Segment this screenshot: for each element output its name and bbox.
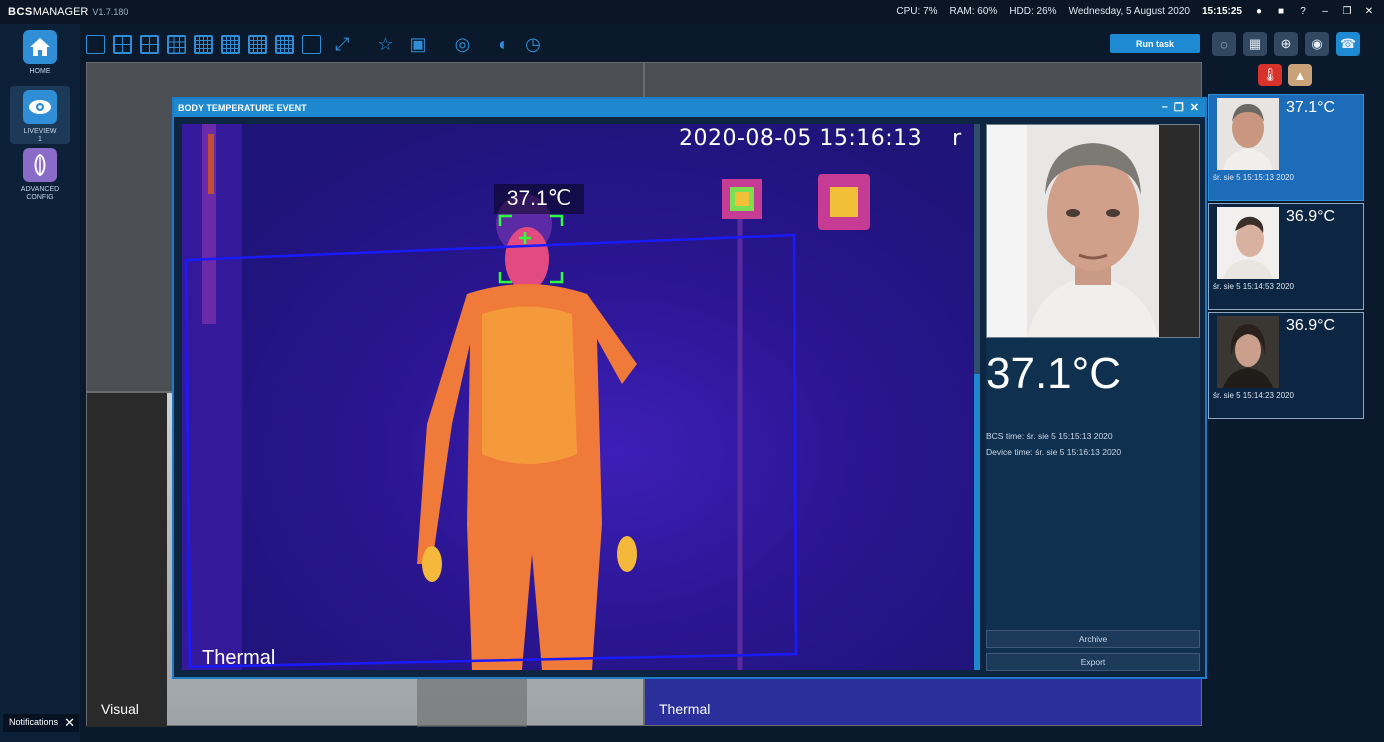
event-thumbnail [1217,316,1279,388]
notifications-bar[interactable]: Notifications ✕ [3,714,79,732]
event-item[interactable]: 37.1°C śr. sie 5 15:15:13 2020 [1208,94,1364,201]
event-temperature: 37.1°C [1286,99,1336,116]
thermometer-icon[interactable]: 🌡 [1258,64,1282,86]
nav-liveview[interactable]: LIVEVIEW 1 [10,86,70,144]
record-icon[interactable]: ◉ [1305,32,1329,56]
event-time: śr. sie 5 15:15:13 2020 [1213,173,1294,182]
detected-temperature: 37.1°C [986,349,1122,398]
edit-layout-icon[interactable] [302,34,321,54]
head-temperature-label: 37.1℃ [494,184,584,214]
event-item[interactable]: 36.9°C śr. sie 5 15:14:23 2020 [1208,312,1364,419]
brand-bold: BCS [8,6,33,18]
face-snapshot [986,124,1200,338]
export-button[interactable]: Export [986,653,1200,671]
dialog-close-icon[interactable]: ✕ [1190,101,1199,114]
layout-4x4-icon[interactable] [194,34,213,54]
event-details-panel: 37.1°C BCS time: śr. sie 5 15:15:13 2020… [986,124,1200,671]
event-thumbnail [1217,98,1279,170]
camera-icon[interactable]: ◌ [1212,32,1236,56]
run-task-button[interactable]: Run task [1110,34,1200,53]
system-status: CPU: 7% RAM: 60% HDD: 26% Wednesday, 5 A… [896,6,1374,17]
visual-label: Visual [101,701,139,717]
notifications-close-icon[interactable]: ✕ [64,715,75,731]
eye-icon [23,90,57,124]
dialog-title: BODY TEMPERATURE EVENT [178,103,307,113]
hide-all-icon[interactable]: ◐ [498,34,509,54]
event-time: śr. sie 5 15:14:23 2020 [1213,391,1294,400]
event-item[interactable]: 36.9°C śr. sie 5 15:14:53 2020 [1208,203,1364,310]
close-icon[interactable]: ✕ [1364,6,1374,17]
cpu-usage: CPU: 7% [896,6,938,17]
app-brand: BCSMANAGER V1.7.180 [8,6,128,18]
history-icon[interactable]: ◷ [525,34,541,54]
current-date: Wednesday, 5 August 2020 [1068,6,1190,17]
top-bar: BCSMANAGER V1.7.180 CPU: 7% RAM: 60% HDD:… [0,0,1384,24]
event-temperature: 36.9°C [1286,317,1336,334]
body-temperature-dialog: BODY TEMPERATURE EVENT – ❐ ✕ 2020-08-05 … [172,97,1207,679]
thermal-timestamp-suffix: r [952,126,962,151]
layout-1p5-icon[interactable] [140,34,159,54]
user-icon[interactable]: ● [1254,6,1264,17]
layout-6x6-icon[interactable] [248,34,267,54]
nav-liveview-label: LIVEVIEW 1 [23,128,57,143]
layout-3x3-icon[interactable] [167,34,186,54]
event-times: BCS time: śr. sie 5 15:15:13 2020 Device… [986,428,1121,460]
layout-1x1-icon[interactable] [86,34,105,54]
right-tool-icons: ◌ ▦ ⊕ ◉ ☎ [1212,32,1360,56]
user-group-icon[interactable]: ◎ [455,34,471,54]
car-icon[interactable]: ▲ [1288,64,1312,86]
app-version: V1.7.180 [92,7,129,17]
monitor-icon[interactable]: ▣ [410,34,427,54]
thermal-timestamp-text: 2020-08-05 15:16:13 [679,126,923,151]
event-thumbnail [1217,207,1279,279]
layout-8x8-icon[interactable] [275,34,294,54]
dialog-restore-icon[interactable]: ❐ [1174,101,1184,114]
nav-home-label: HOME [29,68,51,75]
thermal-image: 2020-08-05 15:16:13 r 37.1℃ Thermal [182,124,973,670]
help-icon[interactable]: ? [1298,6,1308,17]
favorites-icon[interactable]: ☆ [377,34,393,54]
ptz-icon[interactable]: ⊕ [1274,32,1298,56]
dialog-scrollbar[interactable] [974,124,980,670]
thermal-overlay-label: Thermal [202,647,276,669]
event-time: śr. sie 5 15:14:53 2020 [1213,282,1294,291]
current-time: 15:15:25 [1201,6,1242,17]
nav-home[interactable]: HOME [10,30,70,76]
config-icon [23,148,57,182]
hdd-usage: HDD: 26% [1009,6,1057,17]
dialog-scrollbar-thumb[interactable] [974,374,980,670]
thermal-label: Thermal [659,701,711,717]
dialog-minimize-icon[interactable]: – [1162,101,1168,114]
layout-2x2-icon[interactable] [113,34,132,54]
lock-icon[interactable]: ■ [1276,6,1286,17]
alarm-icon[interactable]: ☎ [1336,32,1360,56]
bcs-time: BCS time: śr. sie 5 15:15:13 2020 [986,431,1113,441]
thermal-timestamp: 2020-08-05 15:16:13 r [679,126,962,151]
layout-toolbar: ⤢ ☆ ▣ ◎ ◐ ◷ [86,30,547,58]
restore-icon[interactable]: ❐ [1342,6,1352,17]
home-icon [23,30,57,64]
brand-rest: MANAGER [32,6,89,18]
event-temperature: 36.9°C [1286,208,1336,225]
notifications-label: Notifications [9,717,59,727]
archive-button[interactable]: Archive [986,630,1200,648]
fullscreen-icon[interactable]: ⤢ [335,34,349,54]
dialog-title-bar: BODY TEMPERATURE EVENT – ❐ ✕ [174,99,1205,117]
ram-usage: RAM: 60% [949,6,998,17]
grid-view-icon[interactable]: ▦ [1243,32,1267,56]
layout-5x5-icon[interactable] [221,34,240,54]
minimize-icon[interactable]: – [1320,6,1330,17]
nav-advanced-config[interactable]: ADVANCED CONFIG [10,148,70,202]
nav-config-label: ADVANCED CONFIG [20,186,60,201]
left-navigation: HOME LIVEVIEW 1 ADVANCED CONFIG [0,24,80,742]
device-time: Device time: śr. sie 5 15:16:13 2020 [986,447,1122,457]
